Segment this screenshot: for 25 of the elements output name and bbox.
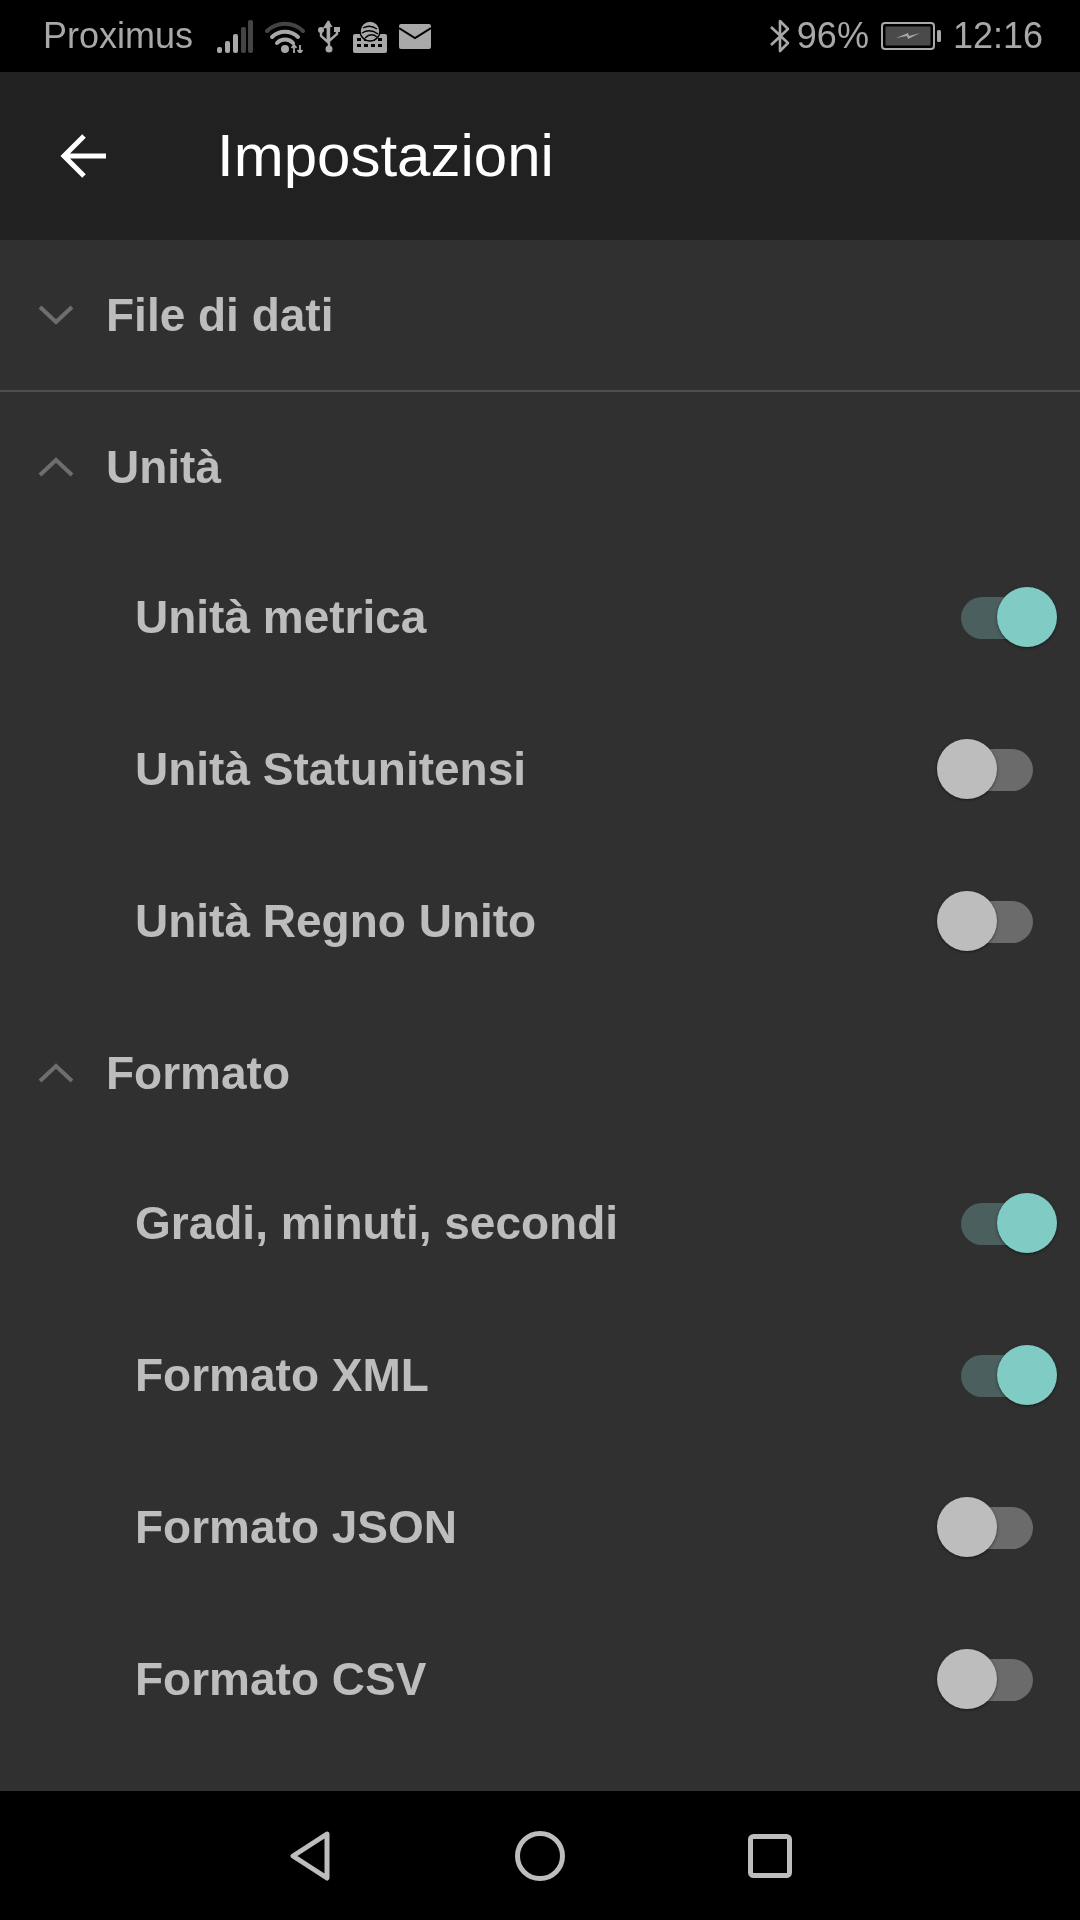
setting-label: Unità metrica [135, 590, 428, 646]
clock-time: 12:16 [952, 18, 1043, 54]
back-icon[interactable] [289, 1830, 331, 1881]
setting-label: Unità Regno Unito [135, 894, 538, 950]
screen-title: Impostazioni [217, 121, 554, 191]
signal-icon [217, 19, 254, 53]
section-header[interactable]: Formato [0, 998, 1080, 1148]
setting-label: Gradi, minuti, secondi [135, 1196, 620, 1252]
keyboard-icon [353, 19, 388, 53]
carrier-name: Proximus [43, 18, 194, 54]
mail-icon [399, 23, 432, 49]
recent-apps-icon[interactable] [748, 1833, 792, 1878]
setting-label: Formato XML [135, 1348, 430, 1404]
usb-icon [317, 19, 342, 53]
section-header[interactable]: Unità [0, 392, 1080, 542]
back-arrow-icon[interactable] [60, 132, 108, 180]
wifi-icon [265, 19, 306, 53]
battery-percentage: 96% [796, 18, 869, 54]
bluetooth-icon [768, 18, 791, 54]
setting-label: Formato CSV [135, 1652, 428, 1708]
setting-label: Formato JSON [135, 1500, 459, 1556]
battery-charging-icon [880, 22, 941, 50]
section-header[interactable]: File di dati [0, 240, 1080, 390]
setting-label: Unità Statunitensi [135, 742, 528, 798]
home-icon[interactable] [515, 1830, 565, 1881]
